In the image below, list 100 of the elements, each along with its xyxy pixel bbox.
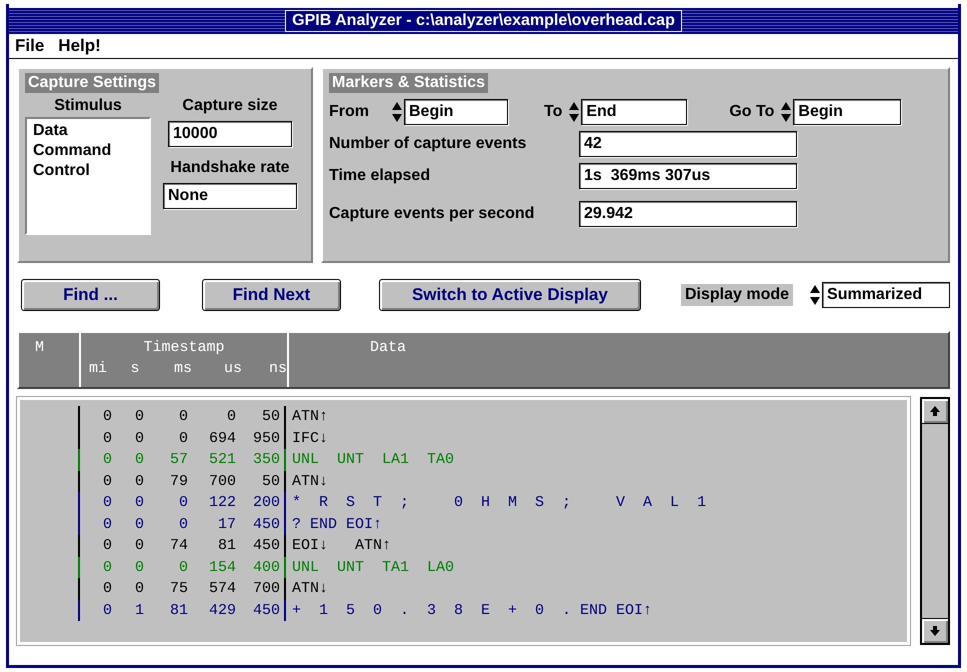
handshake-rate-label: Handshake rate — [170, 159, 290, 177]
timestamp-cell-text: 0 — [178, 430, 188, 447]
timestamp-cell-text: 0 — [134, 494, 144, 512]
panel-title: Markers & Statistics — [329, 73, 488, 93]
subcolumn-header: us — [222, 360, 243, 377]
list-item[interactable]: Data — [33, 121, 143, 141]
timestamp-cell-text: 0 — [102, 558, 112, 576]
data-cell-text: ? END EOI↑ — [291, 516, 382, 533]
stat-label: Number of capture events — [329, 135, 528, 153]
find-button[interactable]: Find ... — [21, 279, 160, 311]
timestamp-cell-text: 75 — [168, 580, 188, 598]
timestamp-cell-text: 0 — [102, 494, 112, 512]
data-cell-text: IFC↓ — [291, 430, 328, 447]
timestamp-cell-text: 521 — [208, 451, 236, 468]
timestamp-cell-text: 450 — [252, 537, 280, 554]
subcolumn-header: mi — [88, 360, 108, 377]
switch-display-button[interactable]: Switch to Active Display — [378, 279, 641, 311]
timestamp-cell-text: 0 — [102, 451, 112, 468]
timestamp-cell-text: 200 — [252, 494, 280, 512]
scroll-up-icon[interactable] — [929, 405, 941, 417]
data-cell-text: ATN↑ — [291, 408, 328, 426]
timestamp-cell-text: 0 — [226, 408, 236, 426]
list-item[interactable]: Command — [33, 141, 143, 161]
scrollbar[interactable] — [920, 397, 950, 645]
subcolumn-header: ns — [268, 360, 288, 377]
stimulus-list[interactable]: Data Command Control — [25, 117, 151, 235]
timestamp-cell-text: 350 — [252, 451, 280, 468]
timestamp-cell-text: 57 — [168, 451, 188, 468]
timestamp-cell-text: 0 — [134, 472, 144, 490]
from-field[interactable]: Begin — [404, 99, 508, 125]
timestamp-cell-text: 429 — [208, 602, 236, 619]
panel-title: Capture Settings — [25, 73, 160, 93]
timestamp-cell-text: 0 — [102, 580, 112, 598]
timestamp-cell-text: 0 — [134, 408, 144, 426]
column-header: Data — [368, 339, 407, 356]
data-cell-text: UNL UNT LA1 TA0 — [291, 451, 454, 468]
timestamp-cell-text: 0 — [134, 430, 144, 447]
timestamp-cell-text: 0 — [134, 451, 144, 468]
data-cell-text: ATN↓ — [291, 472, 328, 490]
data-cell-text: + 1 5 0 . 3 8 E + 0 . END EOI↑ — [291, 602, 652, 619]
timestamp-cell-text: 0 — [178, 516, 188, 533]
column-header: Timestamp — [142, 339, 226, 356]
timestamp-cell-text: 0 — [102, 430, 112, 447]
timestamp-cell-text: 450 — [252, 516, 280, 533]
menu-item[interactable]: File — [15, 36, 44, 56]
find-next-button[interactable]: Find Next — [202, 279, 341, 311]
timestamp-cell-text: 574 — [208, 580, 236, 598]
timestamp-cell-text: 694 — [208, 430, 236, 447]
timestamp-cell-text: 400 — [252, 558, 280, 576]
go-to-field[interactable]: Begin — [793, 99, 902, 125]
timestamp-cell-text: 0 — [134, 580, 144, 598]
stat-label: Capture events per second — [329, 205, 536, 223]
menu-item[interactable]: Help! — [58, 36, 101, 56]
list-item[interactable]: Control — [33, 161, 143, 181]
timestamp-cell-text: 122 — [208, 494, 236, 512]
timestamp-cell-text: 0 — [134, 516, 144, 533]
to-label: To — [544, 103, 562, 121]
timestamp-cell-text: 79 — [168, 472, 188, 490]
timestamp-cell-text: 0 — [134, 558, 144, 576]
timestamp-cell-text: 1 — [134, 602, 144, 619]
timestamp-cell-text: 81 — [168, 602, 188, 619]
data-cell-text: UNL UNT TA1 LA0 — [291, 558, 454, 576]
data-cell-text: * R S T ; 0 H M S ; V A L 1 — [291, 494, 706, 512]
to-field[interactable]: End — [581, 99, 688, 125]
timestamp-cell-text: 50 — [260, 472, 280, 490]
timestamp-cell-text: 0 — [102, 472, 112, 490]
display-mode-label: Display mode — [680, 284, 794, 306]
scroll-down-icon[interactable] — [929, 625, 941, 637]
window-title: GPIB Analyzer - c:\analyzer\example\overhead.cap — [285, 10, 682, 32]
stimulus-label: Stimulus — [54, 97, 122, 115]
handshake-rate-field[interactable]: None — [163, 183, 297, 209]
timestamp-cell-text: 74 — [168, 537, 188, 554]
go-to-label: Go To — [729, 103, 774, 121]
timestamp-cell-text: 0 — [102, 537, 112, 554]
stat-label: Time elapsed — [329, 167, 432, 185]
timestamp-cell-text: 450 — [252, 602, 280, 619]
capture-size-field[interactable]: 10000 — [168, 121, 292, 147]
timestamp-cell-text: 0 — [178, 408, 188, 426]
data-cell-text: EOI↓ ATN↑ — [291, 537, 392, 554]
timestamp-cell-text: 0 — [102, 602, 112, 619]
timestamp-cell-text: 50 — [260, 408, 280, 426]
stat-field: 1s 369ms 307us — [579, 163, 797, 189]
timestamp-cell-text: 950 — [252, 430, 280, 447]
from-label: From — [329, 103, 370, 121]
data-cell-text: ATN↓ — [291, 580, 328, 598]
timestamp-cell-text: 0 — [178, 494, 188, 512]
subcolumn-header: s — [129, 360, 140, 377]
column-header: M — [34, 339, 46, 356]
stat-field: 29.942 — [579, 201, 797, 227]
subcolumn-header: ms — [172, 360, 193, 377]
timestamp-cell-text: 0 — [102, 408, 112, 426]
timestamp-cell-text: 700 — [252, 580, 280, 598]
stat-field: 42 — [579, 131, 797, 157]
timestamp-cell-text: 700 — [208, 472, 236, 490]
timestamp-cell-text: 81 — [216, 537, 236, 554]
display-mode-field[interactable]: Summarized — [822, 282, 950, 308]
timestamp-cell-text: 17 — [216, 516, 236, 533]
timestamp-cell-text: 0 — [102, 516, 112, 533]
timestamp-cell-text: 154 — [208, 558, 236, 576]
timestamp-cell-text: 0 — [134, 537, 144, 554]
